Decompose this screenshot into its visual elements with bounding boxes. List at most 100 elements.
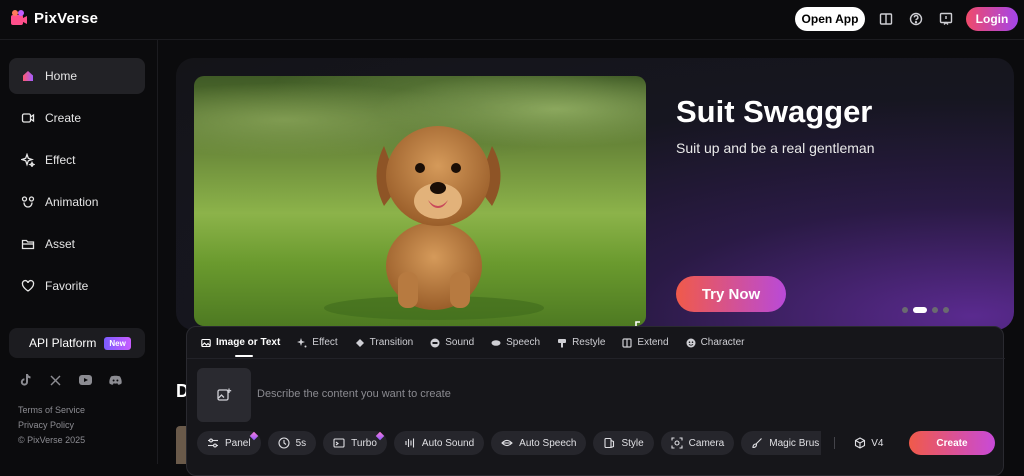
sidebar-item-create[interactable]: Create [9, 100, 145, 136]
new-badge: New [104, 336, 131, 350]
api-platform-button[interactable]: API Platform New [9, 328, 145, 358]
brush-icon [752, 438, 763, 449]
x-icon[interactable] [48, 373, 62, 387]
help-icon[interactable] [908, 11, 924, 27]
folder-icon [21, 239, 35, 250]
panel-chip[interactable]: Panel [197, 431, 261, 455]
style-chip[interactable]: Style [593, 431, 654, 455]
banner-image[interactable] [194, 76, 646, 326]
banner-subtitle: Suit up and be a real gentleman [676, 140, 875, 156]
extend-icon [622, 337, 633, 348]
turbo-icon [333, 438, 345, 448]
create-button[interactable]: Create [909, 431, 995, 455]
composer-tabs: Image or Text Effect Transition Sound Sp… [187, 327, 1005, 359]
sidebar-item-asset[interactable]: Asset [9, 226, 145, 262]
sliders-icon [208, 438, 218, 448]
tab-character[interactable]: Character [686, 327, 745, 359]
image-icon [201, 338, 211, 347]
carousel-dots [902, 307, 949, 313]
tab-label: Character [700, 337, 745, 348]
home-icon [23, 71, 33, 81]
toolbar-divider [834, 437, 836, 449]
carousel-dot[interactable] [932, 307, 938, 313]
hero-banner: Suit Swagger Suit up and be a real gentl… [176, 58, 1014, 330]
try-now-button[interactable]: Try Now [676, 276, 786, 312]
duration-chip[interactable]: 5s [267, 431, 317, 455]
tab-restyle[interactable]: Restyle [557, 327, 605, 359]
youtube-icon[interactable] [78, 373, 92, 387]
open-app-button[interactable]: Open App [795, 7, 865, 31]
tab-image-or-text[interactable]: Image or Text [201, 327, 280, 359]
cube-icon [855, 437, 866, 449]
tab-label: Speech [506, 337, 541, 348]
tab-speech[interactable]: Speech [491, 327, 540, 359]
tab-label: Extend [637, 337, 669, 348]
transition-icon [355, 338, 364, 347]
feedback-icon[interactable] [938, 11, 954, 27]
camera-chip[interactable]: Camera [660, 431, 735, 455]
speech-icon [491, 339, 501, 346]
api-platform-label: API Platform [29, 336, 97, 350]
clock-icon [278, 437, 290, 449]
copyright-text: © PixVerse 2025 [18, 435, 86, 445]
sidebar-item-animation[interactable]: Animation [9, 184, 145, 220]
login-button[interactable]: Login [966, 7, 1018, 31]
tab-label: Image or Text [216, 337, 281, 348]
mascot-icon [21, 196, 35, 208]
auto-speech-chip[interactable]: Auto Speech [491, 431, 587, 455]
sidebar-item-label: Create [45, 111, 82, 125]
top-bar: PixVerse Open App Login [0, 0, 1024, 40]
chip-label: Magic Brus [769, 437, 820, 449]
prompt-input[interactable] [257, 388, 817, 400]
turbo-chip[interactable]: Turbo [323, 431, 387, 455]
chip-label: Camera [688, 437, 725, 449]
sparkle-icon [297, 337, 307, 347]
carousel-dot[interactable] [902, 307, 908, 313]
sidebar-item-home[interactable]: Home [9, 58, 145, 94]
tab-label: Transition [369, 337, 414, 348]
sidebar-item-label: Asset [45, 237, 76, 251]
sidebar-item-label: Home [45, 69, 78, 83]
sidebar-item-label: Effect [45, 153, 76, 167]
tiktok-icon[interactable] [18, 373, 32, 387]
model-selector[interactable]: V4 [854, 437, 884, 449]
privacy-link[interactable]: Privacy Policy [18, 420, 74, 430]
sparkle-icon [21, 153, 35, 167]
magic-brush-chip[interactable]: Magic Brus [741, 431, 822, 455]
auto-sound-chip[interactable]: Auto Sound [393, 431, 485, 455]
sound-icon [430, 338, 440, 347]
discord-icon[interactable] [108, 373, 122, 387]
chip-label: 5s [295, 437, 307, 449]
premium-gem-icon [249, 431, 258, 441]
camera-icon [671, 437, 683, 449]
tab-label: Effect [312, 337, 338, 348]
sidebar-item-label: Favorite [45, 279, 89, 293]
chip-label: Auto Sound [421, 437, 475, 449]
tab-extend[interactable]: Extend [622, 327, 669, 359]
restyle-icon [558, 338, 567, 347]
terms-link[interactable]: Terms of Service [18, 405, 85, 415]
tab-effect[interactable]: Effect [297, 327, 338, 359]
tab-label: Restyle [572, 337, 606, 348]
puppy-illustration [324, 126, 544, 320]
heart-icon [21, 279, 35, 292]
tab-sound[interactable]: Sound [430, 327, 474, 359]
book-icon[interactable] [878, 11, 894, 27]
sidebar: Home Create Effect Animation Asset Favor… [0, 40, 158, 464]
style-icon [604, 437, 615, 449]
brand-logo[interactable]: PixVerse [10, 9, 98, 27]
pixverse-logo-icon [11, 10, 27, 25]
tab-transition[interactable]: Transition [355, 327, 414, 359]
carousel-dot-active[interactable] [913, 307, 927, 313]
sidebar-item-effect[interactable]: Effect [9, 142, 145, 178]
carousel-dot[interactable] [943, 307, 949, 313]
model-label: V4 [871, 437, 884, 449]
character-icon [686, 338, 696, 347]
brand-name: PixVerse [34, 9, 99, 27]
tab-label: Sound [445, 337, 475, 348]
video-icon [21, 113, 35, 123]
chip-label: Turbo [351, 437, 377, 449]
image-upload-button[interactable] [197, 368, 251, 422]
sidebar-item-favorite[interactable]: Favorite [9, 268, 145, 304]
chip-label: Panel [225, 437, 251, 449]
